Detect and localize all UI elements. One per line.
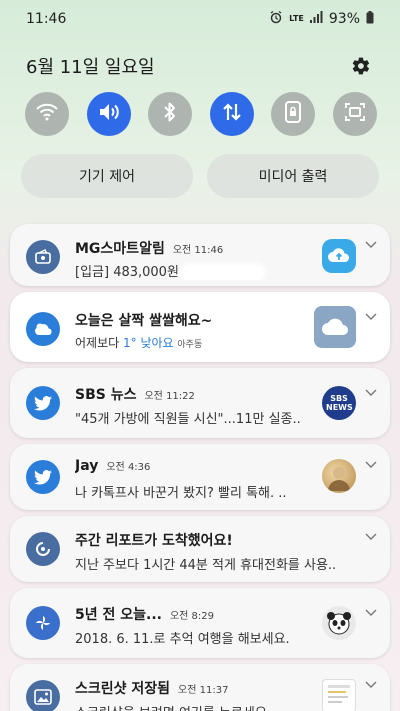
volume-icon [98, 102, 120, 126]
redacted-blur [183, 265, 264, 280]
notification-app-name: 5년 전 오늘... [75, 607, 162, 623]
notification-body: 지난 주보다 1시간 44분 적게 휴대전화를 사용.. [75, 558, 337, 573]
sbs-news-logo-text: SBS NEWS [326, 394, 353, 412]
date-label: 6월 11일 일요일 [26, 57, 155, 78]
pinwheel-icon [26, 606, 60, 640]
wallet-icon [26, 240, 60, 274]
notification-location: 아주동 [177, 340, 203, 350]
signal-icon [309, 11, 323, 27]
notification-time: 오전 11:46 [172, 245, 224, 256]
notification-app-name: MG스마트알림 [75, 241, 165, 257]
wifi-icon [36, 103, 58, 125]
chevron-down-icon[interactable] [364, 530, 378, 544]
date-row: 6월 11일 일요일 [26, 52, 372, 80]
data-transfer-icon [221, 102, 243, 126]
notification-card[interactable]: 5년 전 오늘... 오전 8:29 2018. 6. 11.로 추억 여행을 해… [10, 588, 390, 658]
notification-app-name: 주간 리포트가 도착했어요! [75, 533, 233, 549]
notification-title: 오늘은 살짝 쌀쌀해요~ [75, 313, 213, 329]
notification-time: 오전 4:36 [106, 462, 151, 473]
gallery-icon [26, 680, 60, 711]
notification-body-prefix: 어제보다 [75, 336, 120, 350]
notification-body: 스크린샷을 보려면 여기를 누르세요. [75, 702, 315, 711]
battery-percent: 93% [328, 11, 360, 27]
notification-list: MG스마트알림 오전 11:46 [입금] 483,000원 오늘은 살짝 쌀쌀해… [10, 224, 390, 711]
notification-app-name: SBS 뉴스 [75, 387, 137, 403]
notification-body: "45개 가방에 직원들 시신"...11만 실종.. [75, 412, 301, 427]
wellbeing-icon [26, 532, 60, 566]
mobile-data-toggle[interactable] [209, 92, 254, 136]
status-bar: 11:46 LTE 93% [0, 0, 400, 38]
settings-gear-icon[interactable] [350, 55, 372, 77]
chevron-down-icon[interactable] [364, 386, 378, 400]
screen-capture-icon [344, 102, 366, 126]
status-time: 11:46 [26, 11, 67, 27]
profile-photo-thumbnail [322, 459, 356, 493]
cloud-upload-icon [322, 239, 356, 273]
network-type: LTE [289, 14, 304, 23]
notification-card[interactable]: Jay 오전 4:36 나 카톡프사 바꾼거 봤지? 빨리 톡해. .. [10, 444, 390, 510]
notification-card[interactable]: 스크린샷 저장됨 오전 11:37 스크린샷을 보려면 여기를 누르세요. [10, 664, 390, 711]
notification-highlight: 1° 낮아요 [123, 336, 174, 350]
notification-card[interactable]: 오늘은 살짝 쌀쌀해요~ 어제보다 1° 낮아요 아주동 [10, 292, 390, 362]
bluetooth-toggle[interactable] [148, 92, 193, 136]
notification-time: 오전 8:29 [169, 611, 215, 622]
notification-body: 2018. 6. 11.로 추억 여행을 해보세요. [75, 632, 290, 647]
chevron-down-icon[interactable] [364, 310, 378, 324]
notification-card[interactable]: SBS 뉴스 오전 11:22 "45개 가방에 직원들 시신"...11만 실종… [10, 368, 390, 438]
screenshot-toggle[interactable] [332, 92, 377, 136]
notification-app-name: 스크린샷 저장됨 [75, 681, 171, 697]
panda-photo-thumbnail [322, 606, 356, 640]
notification-app-name: Jay [75, 458, 99, 474]
chevron-down-icon[interactable] [364, 678, 378, 692]
twitter-icon [26, 386, 60, 420]
sound-toggle[interactable] [86, 92, 131, 136]
screen-lock-icon [284, 101, 302, 127]
device-control-button[interactable]: 기기 제어 [21, 154, 193, 198]
wifi-toggle[interactable] [25, 92, 69, 136]
pill-row: 기기 제어 미디어 출력 [21, 154, 379, 198]
notification-time: 오전 11:22 [144, 391, 195, 402]
cloud-icon [314, 306, 356, 348]
notification-body: [입금] 483,000원 [75, 265, 179, 280]
chevron-down-icon[interactable] [364, 458, 378, 472]
sbs-news-logo: SBS NEWS [322, 386, 356, 420]
notification-card[interactable]: MG스마트알림 오전 11:46 [입금] 483,000원 [10, 224, 390, 286]
notification-card[interactable]: 주간 리포트가 도착했어요! 지난 주보다 1시간 44분 적게 휴대전화를 사… [10, 516, 390, 582]
screenshot-thumbnail [322, 679, 356, 711]
notification-time: 오전 11:37 [178, 685, 229, 696]
bluetooth-icon [163, 101, 177, 127]
media-output-button[interactable]: 미디어 출력 [207, 154, 379, 198]
chevron-down-icon[interactable] [364, 606, 378, 620]
alarm-icon [269, 10, 283, 28]
portrait-lock-toggle[interactable] [271, 92, 316, 136]
weather-icon [26, 312, 60, 346]
chevron-down-icon[interactable] [364, 238, 378, 252]
status-icons: LTE 93% [269, 10, 374, 28]
notification-body: 나 카톡프사 바꾼거 봤지? 빨리 톡해. .. [75, 486, 287, 501]
twitter-icon [26, 460, 60, 494]
quick-settings-row [25, 92, 377, 136]
battery-icon [366, 10, 374, 28]
